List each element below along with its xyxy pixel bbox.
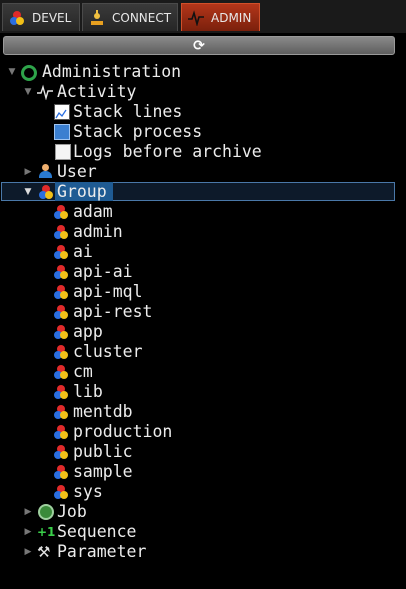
tree-node-group-item[interactable]: admin (0, 222, 396, 242)
tree-node-label: Activity (57, 82, 137, 101)
tree-node-group-item[interactable]: api-mql (0, 282, 396, 302)
tree-node-label: User (57, 162, 97, 181)
tree-node-group-item[interactable]: mentdb (0, 402, 396, 422)
user-icon (38, 164, 54, 180)
refresh-button[interactable]: ⟳ (3, 36, 395, 55)
tree-node-group-item[interactable]: app (0, 322, 396, 342)
group-icon (53, 464, 69, 480)
group-icon (53, 424, 69, 440)
tree-node-label: Job (57, 502, 87, 521)
tab-admin-label: ADMIN (211, 10, 252, 25)
tree-node-label: public (73, 442, 133, 461)
tab-bar: DEVEL CONNECT ADMIN (0, 0, 406, 33)
stack-process-icon (54, 124, 70, 140)
collapse-arrow-icon[interactable]: ▶ (23, 542, 33, 562)
tree-node-label: Stack process (73, 122, 203, 141)
tree-node-group-item[interactable]: sys (0, 482, 396, 502)
tree-node-user[interactable]: ▶ User (0, 162, 396, 182)
group-icon (53, 224, 69, 240)
tree-node-group-item[interactable]: lib (0, 382, 396, 402)
tree-node-stack-lines[interactable]: Stack lines (0, 102, 396, 122)
tools-icon: ⚒ (37, 543, 51, 561)
group-icon (53, 344, 69, 360)
expand-arrow-icon[interactable]: ▼ (7, 62, 17, 82)
group-icon (53, 404, 69, 420)
expand-arrow-icon[interactable]: ▼ (23, 82, 33, 102)
administration-icon (21, 65, 37, 81)
group-icon (53, 264, 69, 280)
tree-node-label: api-ai (73, 262, 133, 281)
clock-icon (38, 504, 54, 520)
tree-node-label: Administration (42, 62, 182, 81)
collapse-arrow-icon[interactable]: ▶ (23, 502, 33, 522)
tree-node-label: adam (73, 202, 113, 221)
tree-node-label: api-mql (73, 282, 143, 301)
group-icon (53, 484, 69, 500)
expand-arrow-icon[interactable]: ▼ (23, 182, 33, 202)
tree-node-label: sample (73, 462, 133, 481)
tree-node-group-item[interactable]: cm (0, 362, 396, 382)
plus-one-icon: +1 (37, 525, 56, 539)
tree-node-label: cluster (73, 342, 143, 361)
tree-node-group[interactable]: ▼ Group (0, 182, 396, 202)
collapse-arrow-icon[interactable]: ▶ (23, 162, 33, 182)
group-icon (53, 324, 69, 340)
tree-node-group-item[interactable]: sample (0, 462, 396, 482)
tree-node-stack-process[interactable]: Stack process (0, 122, 396, 142)
tree-node-label: Stack lines (73, 102, 183, 121)
tab-devel-label: DEVEL (32, 10, 72, 25)
tree-node-group-item[interactable]: adam (0, 202, 396, 222)
tab-connect[interactable]: CONNECT (82, 3, 178, 31)
group-icon (53, 384, 69, 400)
tree-node-label: cm (73, 362, 93, 381)
tree-node-group-item[interactable]: api-ai (0, 262, 396, 282)
group-icon (53, 244, 69, 260)
tree-node-activity[interactable]: ▼ Activity (0, 82, 396, 102)
group-icon (53, 444, 69, 460)
tree-node-label: admin (73, 222, 123, 241)
tab-admin[interactable]: ADMIN (181, 3, 260, 31)
tree-node-logs-before-archive[interactable]: Logs before archive (0, 142, 396, 162)
document-icon (55, 144, 71, 160)
pulse-icon (37, 84, 53, 100)
tree-node-label: production (73, 422, 173, 441)
tab-connect-label: CONNECT (112, 10, 172, 25)
tree-node-group-item[interactable]: ai (0, 242, 396, 262)
tree-node-group-item[interactable]: public (0, 442, 396, 462)
tree-node-label: Group (57, 182, 107, 201)
refresh-icon: ⟳ (193, 37, 205, 54)
tree-node-label: ai (73, 242, 93, 261)
tree-node-parameter[interactable]: ▶ ⚒ Parameter (0, 542, 396, 562)
tree-node-label: app (73, 322, 103, 341)
collapse-arrow-icon[interactable]: ▶ (23, 522, 33, 542)
tree-node-label: lib (73, 382, 103, 401)
tree-node-label: Parameter (57, 542, 147, 561)
tab-devel[interactable]: DEVEL (2, 3, 80, 31)
group-icon (38, 184, 54, 200)
tree-node-group-item[interactable]: api-rest (0, 302, 396, 322)
tree-node-label: api-rest (73, 302, 153, 321)
connect-icon (89, 9, 105, 26)
tree-node-label: mentdb (73, 402, 133, 421)
tree-node-label: Sequence (57, 522, 137, 541)
group-icon (53, 364, 69, 380)
tree-node-group-item[interactable]: production (0, 422, 396, 442)
group-icon (53, 284, 69, 300)
tree-node-administration[interactable]: ▼ Administration (0, 62, 396, 82)
pulse-icon (188, 9, 204, 27)
tree-node-label: sys (73, 482, 103, 501)
group-icon (9, 10, 25, 26)
tree-node-label: Logs before archive (73, 142, 262, 161)
group-icon (53, 304, 69, 320)
stack-lines-icon (54, 104, 70, 120)
tree-node-group-item[interactable]: cluster (0, 342, 396, 362)
tree-node-job[interactable]: ▶ Job (0, 502, 396, 522)
group-icon (53, 204, 69, 220)
tree-node-sequence[interactable]: ▶ +1 Sequence (0, 522, 396, 542)
